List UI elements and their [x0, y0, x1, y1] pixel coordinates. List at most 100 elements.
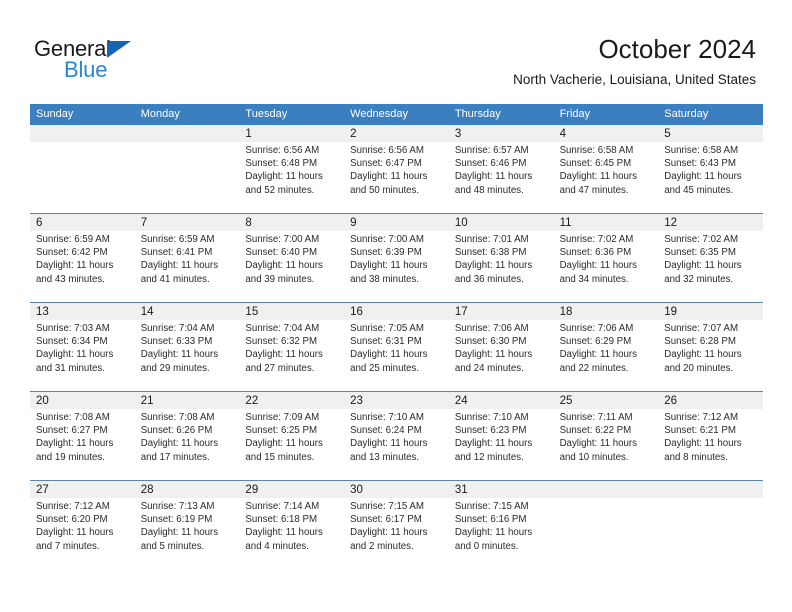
day-detail-line: Sunrise: 7:15 AM: [350, 501, 424, 512]
weekday-header-monday: Monday: [140, 108, 180, 120]
day-detail-line: and 22 minutes.: [559, 362, 629, 374]
calendar-day-11[interactable]: 11 Sunrise: 7:02 AM Sunset: 6:36 PM Dayligh…: [553, 214, 659, 302]
day-detail-lines: Sunrise: 7:10 AM Sunset: 6:23 PM Daylight:…: [455, 411, 548, 464]
day-detail-lines: Sunrise: 7:11 AM Sunset: 6:22 PM Daylight:…: [560, 411, 653, 464]
day-detail-line: Sunset: 6:28 PM: [664, 336, 736, 348]
day-detail-line: and 41 minutes.: [140, 273, 210, 285]
logo-triangle-icon: [107, 41, 131, 58]
day-detail-line: Daylight: 11 hours: [454, 260, 533, 272]
day-number: 25: [559, 395, 573, 407]
calendar-day-7[interactable]: 7 Sunrise: 6:59 AM Sunset: 6:41 PM Daylight…: [134, 214, 240, 302]
calendar-day-17[interactable]: 17 Sunrise: 7:06 AM Sunset: 6:30 PM Dayligh…: [448, 303, 554, 391]
day-detail-line: Sunset: 6:41 PM: [140, 247, 213, 259]
calendar-day-16[interactable]: 16 Sunrise: 7:05 AM Sunset: 6:31 PM Dayligh…: [344, 303, 449, 391]
day-detail-lines: Sunrise: 7:12 AM Sunset: 6:21 PM Daylight:…: [664, 411, 757, 464]
calendar-day-1[interactable]: 1 Sunrise: 6:56 AM Sunset: 6:48 PM Daylight…: [239, 125, 345, 213]
calendar-day-31[interactable]: 31 Sunrise: 7:15 AM Sunset: 6:16 PM Dayligh…: [448, 481, 554, 569]
day-detail-line: and 31 minutes.: [36, 362, 105, 374]
day-detail-line: Sunset: 6:40 PM: [245, 247, 318, 259]
day-detail-line: and 32 minutes.: [664, 273, 734, 285]
week-days: 1 Sunrise: 6:56 AM Sunset: 6:48 PM Daylight…: [30, 125, 763, 213]
calendar-day-10[interactable]: 10 Sunrise: 7:01 AM Sunset: 6:38 PM Dayligh…: [448, 214, 554, 302]
day-detail-line: and 36 minutes.: [454, 273, 524, 285]
day-detail-line: and 27 minutes.: [245, 362, 315, 374]
day-detail-line: Sunset: 6:48 PM: [245, 158, 318, 170]
day-detail-line: Sunset: 6:19 PM: [140, 514, 213, 526]
calendar-day-15[interactable]: 15 Sunrise: 7:04 AM Sunset: 6:32 PM Dayligh…: [239, 303, 345, 391]
day-number: [560, 481, 653, 497]
day-detail-line: Daylight: 11 hours: [454, 349, 533, 361]
calendar-day-14[interactable]: 14 Sunrise: 7:04 AM Sunset: 6:33 PM Dayligh…: [134, 303, 240, 391]
day-detail-line: Daylight: 11 hours: [559, 349, 637, 361]
calendar-day-23[interactable]: 23 Sunrise: 7:10 AM Sunset: 6:24 PM Dayligh…: [344, 392, 449, 480]
calendar-grid: Sunday Monday Tuesday Wednesday Thursday Frid…: [30, 104, 763, 569]
calendar-day-30[interactable]: 30 Sunrise: 7:15 AM Sunset: 6:17 PM Dayligh…: [344, 481, 449, 569]
calendar-week-row: 1 Sunrise: 6:56 AM Sunset: 6:48 PM Daylight…: [30, 125, 763, 213]
calendar-day-13[interactable]: 13 Sunrise: 7:03 AM Sunset: 6:34 PM Dayligh…: [30, 303, 135, 391]
calendar-day-26[interactable]: 26 Sunrise: 7:12 AM Sunset: 6:21 PM Dayligh…: [658, 392, 763, 480]
week-days: 27 Sunrise: 7:12 AM Sunset: 6:20 PM Dayligh…: [30, 481, 763, 569]
day-number: 13: [36, 306, 49, 318]
day-detail-line: Sunset: 6:23 PM: [454, 425, 527, 437]
day-detail-line: and 48 minutes.: [454, 184, 524, 196]
day-number: 12: [664, 217, 678, 229]
day-detail-lines: Sunrise: 7:13 AM Sunset: 6:19 PM Daylight:…: [141, 500, 234, 553]
calendar-day-21[interactable]: 21 Sunrise: 7:08 AM Sunset: 6:26 PM Dayligh…: [134, 392, 240, 480]
day-detail-line: Sunset: 6:22 PM: [559, 425, 632, 437]
calendar-day-24[interactable]: 24 Sunrise: 7:10 AM Sunset: 6:23 PM Dayligh…: [448, 392, 554, 480]
general-blue-logo[interactable]: General Blue: [34, 36, 244, 90]
day-detail-line: Sunset: 6:26 PM: [140, 425, 213, 437]
calendar-day-19[interactable]: 19 Sunrise: 7:07 AM Sunset: 6:28 PM Dayligh…: [658, 303, 763, 391]
day-detail-lines: Sunrise: 7:04 AM Sunset: 6:32 PM Daylight:…: [245, 322, 338, 375]
day-detail-line: Sunset: 6:47 PM: [350, 158, 422, 170]
calendar-day-8[interactable]: 8 Sunrise: 7:00 AM Sunset: 6:40 PM Daylight…: [239, 214, 345, 302]
day-detail-lines: Sunrise: 6:57 AM Sunset: 6:46 PM Daylight:…: [455, 144, 548, 197]
day-detail-line: and 43 minutes.: [36, 273, 105, 285]
calendar-day-5[interactable]: 5 Sunrise: 6:58 AM Sunset: 6:43 PM Daylight…: [658, 125, 763, 213]
calendar-day-29[interactable]: 29 Sunrise: 7:14 AM Sunset: 6:18 PM Dayligh…: [239, 481, 345, 569]
day-detail-lines: Sunrise: 7:10 AM Sunset: 6:24 PM Daylight:…: [350, 411, 443, 464]
day-detail-line: Sunrise: 7:08 AM: [36, 412, 110, 423]
day-detail-lines: Sunrise: 7:00 AM Sunset: 6:39 PM Daylight:…: [350, 233, 443, 286]
day-detail-line: and 25 minutes.: [350, 362, 420, 374]
calendar-day-9[interactable]: 9 Sunrise: 7:00 AM Sunset: 6:39 PM Daylight…: [344, 214, 449, 302]
day-number: 29: [245, 484, 259, 496]
day-number: 5: [664, 128, 671, 140]
calendar-weeks: 1 Sunrise: 6:56 AM Sunset: 6:48 PM Daylight…: [30, 125, 763, 569]
calendar-day-6[interactable]: 6 Sunrise: 6:59 AM Sunset: 6:42 PM Daylight…: [30, 214, 135, 302]
calendar-day-27[interactable]: 27 Sunrise: 7:12 AM Sunset: 6:20 PM Dayligh…: [30, 481, 135, 569]
calendar-day-25[interactable]: 25 Sunrise: 7:11 AM Sunset: 6:22 PM Dayligh…: [553, 392, 659, 480]
day-detail-line: Sunset: 6:30 PM: [454, 336, 527, 348]
day-number: [36, 125, 129, 141]
day-detail-line: Sunrise: 7:04 AM: [245, 323, 320, 334]
day-detail-line: Sunrise: 7:02 AM: [559, 234, 634, 245]
calendar-day-2[interactable]: 2 Sunrise: 6:56 AM Sunset: 6:47 PM Daylight…: [344, 125, 449, 213]
day-detail-line: Sunrise: 6:59 AM: [36, 234, 110, 245]
calendar-day-3[interactable]: 3 Sunrise: 6:57 AM Sunset: 6:46 PM Daylight…: [448, 125, 554, 213]
calendar-day-20[interactable]: 20 Sunrise: 7:08 AM Sunset: 6:27 PM Dayligh…: [30, 392, 135, 480]
day-number: 19: [664, 306, 678, 318]
day-number: 21: [140, 395, 154, 407]
day-detail-line: and 2 minutes.: [350, 540, 414, 552]
day-detail-line: Sunrise: 7:13 AM: [140, 501, 215, 512]
day-detail-line: Daylight: 11 hours: [454, 438, 533, 450]
calendar-day-4[interactable]: 4 Sunrise: 6:58 AM Sunset: 6:45 PM Daylight…: [553, 125, 659, 213]
day-detail-line: Daylight: 11 hours: [245, 527, 323, 539]
day-detail-line: Daylight: 11 hours: [245, 260, 323, 272]
day-detail-line: Daylight: 11 hours: [36, 438, 114, 450]
calendar-day-12[interactable]: 12 Sunrise: 7:02 AM Sunset: 6:35 PM Dayligh…: [658, 214, 763, 302]
day-detail-line: Daylight: 11 hours: [559, 171, 637, 183]
calendar-day-22[interactable]: 22 Sunrise: 7:09 AM Sunset: 6:25 PM Dayligh…: [239, 392, 345, 480]
day-number: 3: [454, 128, 462, 140]
day-detail-line: Sunset: 6:35 PM: [664, 247, 736, 259]
day-detail-line: Sunrise: 7:02 AM: [664, 234, 739, 245]
day-number: 7: [140, 217, 148, 229]
day-detail-line: Daylight: 11 hours: [454, 171, 533, 183]
day-detail-line: Sunset: 6:18 PM: [245, 514, 318, 526]
calendar-day-18[interactable]: 18 Sunrise: 7:06 AM Sunset: 6:29 PM Dayligh…: [553, 303, 659, 391]
page-header: General Blue October 2024 North Vacherie…: [0, 0, 792, 104]
day-detail-line: and 17 minutes.: [140, 451, 210, 463]
calendar-day-empty: [553, 481, 659, 569]
calendar-day-28[interactable]: 28 Sunrise: 7:13 AM Sunset: 6:19 PM Dayligh…: [134, 481, 240, 569]
calendar-day-empty: [30, 125, 135, 213]
